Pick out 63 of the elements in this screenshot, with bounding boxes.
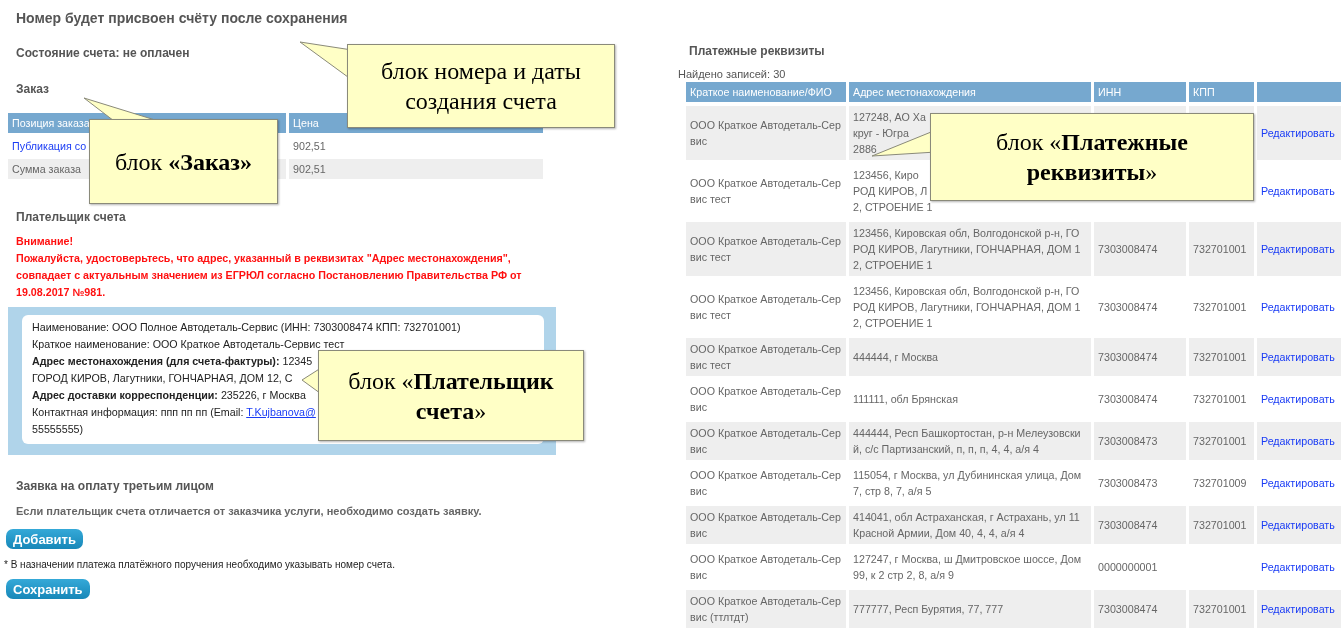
table-cell: 7303008474 bbox=[1094, 222, 1186, 276]
payer-detail: Адрес местонахождения (для счета-фактуры): 12345 bbox=[32, 354, 313, 369]
table-cell: 7303008474 bbox=[1094, 506, 1186, 544]
table-cell: 414041, обл Астраханская, г Астрахань, ул 11 Красной Армии, Дом 40, 4, 4, а/я 4 bbox=[849, 506, 1091, 544]
edit-link[interactable]: Редактировать bbox=[1261, 127, 1335, 139]
table-cell: 902,51 bbox=[289, 159, 543, 179]
invoice-status: Состояние счета: не оплачен bbox=[15, 46, 191, 60]
third-party-note: Если плательщик счета отличается от заказчика услуги, необходимо создать заявку. bbox=[15, 505, 483, 517]
table-cell: 777777, Респ Бурятия, 77, 777 bbox=[849, 590, 1091, 628]
table-cell: 444444, г Москва bbox=[849, 338, 1091, 376]
edit-link[interactable]: Редактировать bbox=[1261, 301, 1335, 313]
page-title: Номер будет присвоен счёту после сохранения bbox=[15, 10, 349, 28]
payer-detail: Наименование: ООО Полное Автодеталь-Сервис (ИНН: 7303008474 КПП: 732701001) bbox=[32, 320, 461, 335]
section-heading: Плательщик счета bbox=[15, 210, 127, 224]
warning-text: Пожалуйста, удостоверьтесь, что адрес, указанный в реквизитах "Адрес местонахождения", совпадает с актуальным значением из ЕГРЮЛ согласно Постановлению Правительства РФ от 19.08.2017 №981. bbox=[15, 251, 523, 300]
edit-link[interactable]: Редактировать bbox=[1261, 243, 1335, 255]
table-cell: 7303008473 bbox=[1094, 422, 1186, 460]
column-header: ИНН bbox=[1094, 82, 1186, 102]
table-cell: 732701001 bbox=[1189, 590, 1254, 628]
payer-detail: Контактная информация: ппп пп пп (Email: T.Kujbanova@ bbox=[32, 405, 316, 420]
table-cell: 732701001 bbox=[1189, 506, 1254, 544]
edit-link[interactable]: Редактировать bbox=[1261, 519, 1335, 531]
payer-detail: Краткое наименование: ООО Краткое Автодеталь-Сервис тест bbox=[32, 337, 345, 352]
edit-link[interactable]: Редактировать bbox=[1261, 185, 1335, 197]
table-cell: 123456, Кировская обл, Волгодонской р-н, ГО РОД КИРОВ, Лагутники, ГОНЧАРНАЯ, ДОМ 1 2, СТРОЕНИЕ 1 bbox=[849, 222, 1091, 276]
edit-link[interactable]: Редактировать bbox=[1261, 561, 1335, 573]
column-header: Краткое наименование/ФИО bbox=[686, 82, 846, 102]
callout: блок «Платежные реквизиты» bbox=[930, 113, 1254, 201]
order-item-link[interactable]: Публикация со bbox=[12, 140, 87, 152]
footnote: * В назначении платежа платёжного поручения необходимо указывать номер счета. bbox=[3, 559, 396, 570]
table-cell: 732701001 bbox=[1189, 222, 1254, 276]
payer-detail: 55555555) bbox=[32, 422, 84, 437]
save-button[interactable]: Сохранить bbox=[6, 579, 90, 599]
edit-link[interactable]: Редактировать bbox=[1261, 351, 1335, 363]
table-cell: ООО Краткое Автодеталь-Сер вис тест bbox=[686, 222, 846, 276]
table-cell: ООО Краткое Автодеталь-Сер вис (ттлтдт) bbox=[686, 590, 846, 628]
payer-detail: Адрес доставки корреспонденции: 235226, г Москва bbox=[32, 388, 306, 403]
table-cell: ООО Краткое Автодеталь-Сер вис bbox=[686, 506, 846, 544]
table-cell: 732701001 bbox=[1189, 338, 1254, 376]
edit-link[interactable]: Редактировать bbox=[1261, 477, 1335, 489]
order-total-label: Сумма заказа bbox=[12, 163, 81, 175]
table-cell: ООО Краткое Автодеталь-Сер вис тест bbox=[686, 338, 846, 376]
section-heading: Заявка на оплату третьим лицом bbox=[15, 479, 215, 493]
warning-title: Внимание! bbox=[15, 234, 74, 249]
payer-detail: ГОРОД КИРОВ, Лагутники, ГОНЧАРНАЯ, ДОМ 12, С bbox=[32, 371, 293, 386]
table-cell: 732701001 bbox=[1189, 422, 1254, 460]
table-cell: 7303008474 bbox=[1094, 590, 1186, 628]
column-header: КПП bbox=[1189, 82, 1254, 102]
records-count: Найдено записей: 30 bbox=[678, 68, 787, 80]
edit-link[interactable]: Редактировать bbox=[1261, 393, 1335, 405]
column-header: Адрес местонахождения bbox=[849, 82, 1091, 102]
add-button[interactable]: Добавить bbox=[6, 529, 83, 549]
edit-link[interactable]: Редактировать bbox=[1261, 435, 1335, 447]
table-cell: 7303008474 bbox=[1094, 338, 1186, 376]
email-link[interactable]: T.Kujbanova@ bbox=[246, 406, 316, 418]
table-cell: ООО Краткое Автодеталь-Сер вис bbox=[686, 106, 846, 160]
callout: блок номера и даты создания счета bbox=[347, 44, 615, 128]
edit-link[interactable]: Редактировать bbox=[1261, 603, 1335, 615]
table-cell: ООО Краткое Автодеталь-Сер вис bbox=[686, 422, 846, 460]
table-cell: 444444, Респ Башкортостан, р-н Мелеузовски й, с/с Партизанский, п, п, п, 4, 4, а/я 4 bbox=[849, 422, 1091, 460]
section-heading: Заказ bbox=[15, 82, 50, 96]
callout: блок «Плательщик счета» bbox=[318, 350, 584, 441]
section-heading: Платежные реквизиты bbox=[688, 44, 826, 58]
